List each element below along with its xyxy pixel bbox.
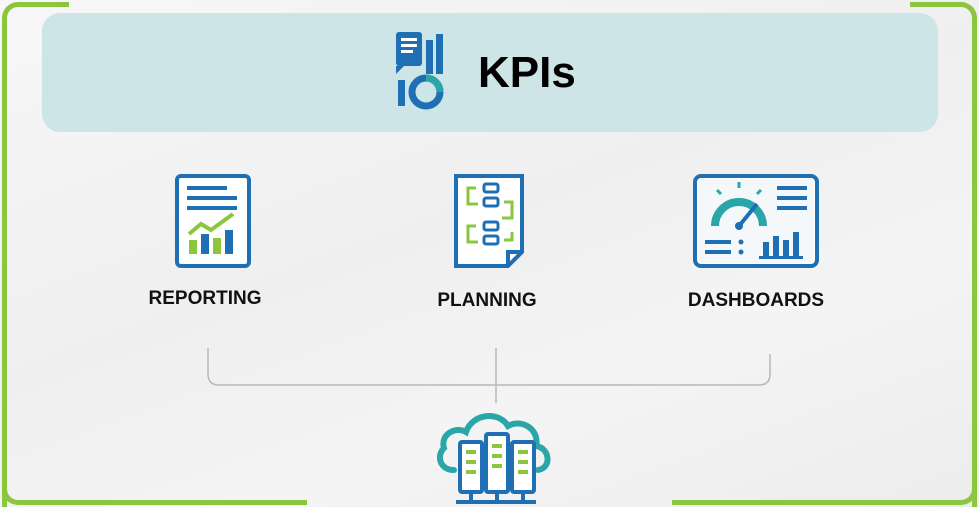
cloud-server-icon [436,413,551,504]
